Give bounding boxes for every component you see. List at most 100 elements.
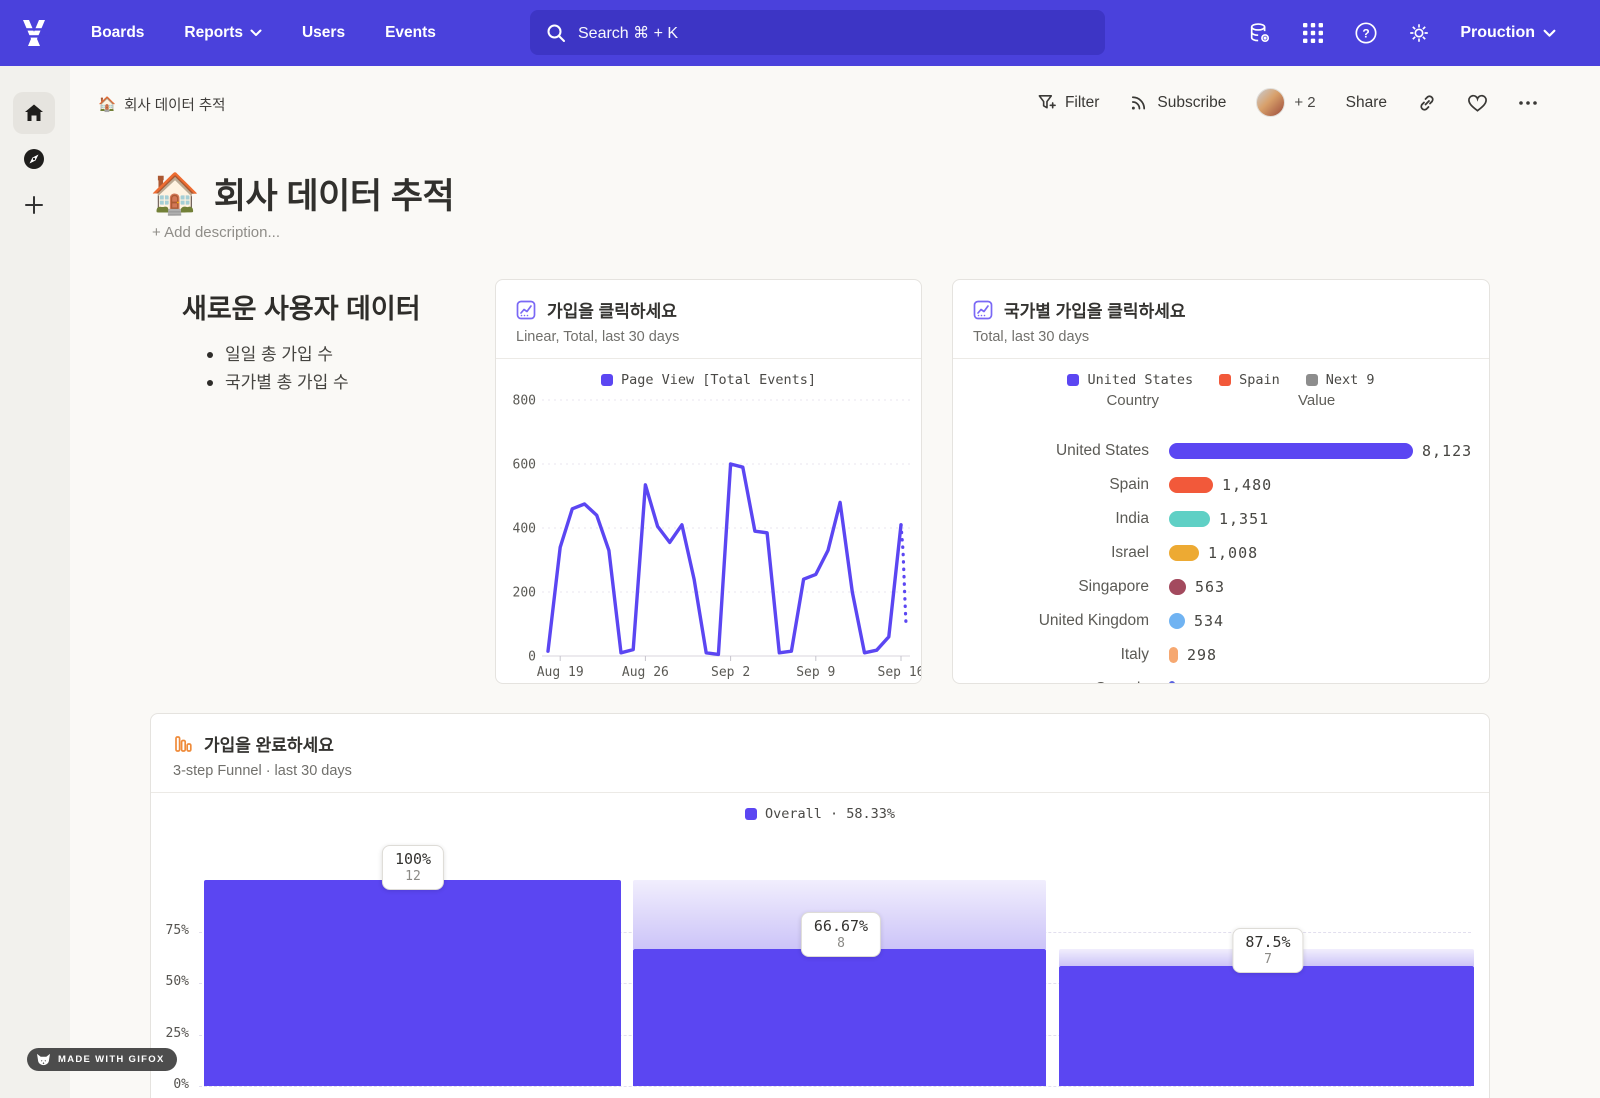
svg-text:800: 800 — [513, 394, 536, 409]
country-bar[interactable] — [1169, 613, 1185, 629]
filter-icon — [1037, 93, 1056, 112]
copy-link-button[interactable] — [1417, 93, 1437, 113]
ellipsis-icon — [1518, 100, 1538, 106]
funnel-plot: 100% 12 66.67% 8 87.5% 7 75%50%25%0% — [151, 714, 1490, 1098]
country-row[interactable]: United Kingdom534 — [953, 604, 1490, 638]
list-item: 국가별 총 가입 수 — [205, 369, 349, 397]
line-chart-icon — [973, 300, 993, 320]
country-bar[interactable] — [1169, 477, 1213, 493]
country-bar[interactable] — [1169, 647, 1178, 663]
country-bar[interactable] — [1169, 443, 1413, 459]
country-value: 1,351 — [1219, 510, 1269, 528]
search-input[interactable]: Search ⌘ + K — [530, 10, 1105, 55]
funnel-bar-step2[interactable] — [633, 949, 1046, 1086]
funnel-gridline — [199, 1086, 1471, 1087]
text-block-list: 일일 총 가입 수 국가별 총 가입 수 — [205, 341, 349, 397]
country-bar-chart-card: 국가별 가입을 클릭하세요 Total, last 30 days United… — [952, 279, 1490, 684]
nav-item-users[interactable]: Users — [302, 24, 345, 42]
funnel-bar-step3[interactable] — [1059, 966, 1474, 1086]
nav-item-boards[interactable]: Boards — [91, 24, 144, 42]
country-row[interactable]: Spain 1,480 — [953, 468, 1490, 502]
report-subtitle: Linear, Total, last 30 days — [516, 329, 901, 345]
country-value: 1,008 — [1208, 544, 1258, 562]
country-value: 563 — [1195, 578, 1225, 596]
country-value: 1,480 — [1222, 476, 1272, 494]
chevron-down-icon — [250, 29, 262, 37]
collaborators[interactable]: + 2 — [1256, 88, 1315, 117]
page-title[interactable]: 🏠 회사 데이터 추적 — [150, 168, 454, 219]
country-bar[interactable] — [1169, 545, 1199, 561]
search-icon — [546, 23, 566, 43]
country-value: 534 — [1194, 612, 1224, 630]
report-title[interactable]: 가입을 클릭하세요 — [547, 297, 677, 322]
heart-icon — [1467, 93, 1488, 113]
svg-text:Sep 16: Sep 16 — [878, 665, 922, 680]
country-value: 8,123 — [1422, 442, 1472, 460]
legend-item-united-states[interactable]: United States — [1067, 372, 1193, 388]
country-bar[interactable] — [1169, 511, 1210, 527]
filter-button[interactable]: Filter — [1037, 93, 1099, 112]
text-block-heading: 새로운 사용자 데이터 — [182, 287, 421, 326]
country-row[interactable]: India1,351 — [953, 502, 1490, 536]
extra-collaborators-count: + 2 — [1294, 94, 1315, 111]
link-icon — [1417, 93, 1437, 113]
svg-text:Aug 19: Aug 19 — [537, 665, 584, 680]
breadcrumb-title: 회사 데이터 추적 — [124, 94, 225, 115]
fox-icon — [36, 1053, 51, 1066]
avatar[interactable] — [1256, 88, 1285, 117]
search-placeholder: Search ⌘ + K — [578, 23, 678, 43]
card-header: 국가별 가입을 클릭하세요 Total, last 30 days — [953, 280, 1489, 359]
chart-legend: United States Spain Next 9 — [953, 372, 1489, 388]
apps-grid-icon[interactable] — [1301, 21, 1325, 45]
project-switcher[interactable]: Prouction — [1460, 24, 1556, 42]
subscribe-button[interactable]: Subscribe — [1129, 93, 1226, 112]
card-header: 가입을 클릭하세요 Linear, Total, last 30 days — [496, 280, 921, 359]
country-row[interactable]: Italy298 — [953, 638, 1490, 672]
add-description-button[interactable]: + Add description... — [152, 224, 280, 241]
breadcrumb[interactable]: 🏠 회사 데이터 추적 — [98, 94, 226, 115]
funnel-chart-card: 가입을 완료하세요 3-step Funnel · last 30 days O… — [150, 713, 1490, 1098]
funnel-tooltip-step2: 66.67% 8 — [801, 912, 881, 957]
share-button[interactable]: Share — [1346, 94, 1387, 112]
home-icon — [23, 102, 45, 124]
legend-item-next9[interactable]: Next 9 — [1306, 372, 1375, 388]
settings-gear-icon[interactable] — [1407, 21, 1431, 45]
country-row[interactable]: Canada — [953, 672, 1490, 684]
badge-label: MADE WITH GIFOX — [58, 1054, 165, 1065]
mixpanel-dashboard-screen: Boards Reports Users Events Search ⌘ + K — [0, 0, 1600, 1098]
report-title[interactable]: 국가별 가입을 클릭하세요 — [1004, 297, 1186, 322]
legend-item-spain[interactable]: Spain — [1219, 372, 1280, 388]
sidebar-discover-button[interactable] — [13, 138, 55, 180]
nav-item-events[interactable]: Events — [385, 24, 436, 42]
more-options-button[interactable] — [1518, 100, 1538, 106]
help-icon[interactable]: ? — [1354, 21, 1378, 45]
country-label: United States — [953, 442, 1149, 460]
country-row[interactable]: Singapore 563 — [953, 570, 1490, 604]
favorite-button[interactable] — [1467, 93, 1488, 113]
svg-text:400: 400 — [513, 522, 536, 537]
plus-icon — [23, 194, 45, 216]
country-bar[interactable] — [1169, 681, 1175, 684]
country-row[interactable]: Israel1,008 — [953, 536, 1490, 570]
country-label: Spain — [953, 476, 1149, 494]
svg-text:200: 200 — [513, 586, 536, 601]
line-chart-plot[interactable]: 0200400600800Aug 19Aug 26Sep 2Sep 9Sep 1… — [496, 380, 922, 682]
funnel-bar-step1[interactable] — [204, 880, 621, 1086]
funnel-y-axis-label: 0% — [155, 1077, 189, 1092]
country-label: Singapore — [953, 578, 1149, 596]
country-label: Canada — [953, 680, 1149, 684]
top-nav: Boards Reports Users Events Search ⌘ + K — [0, 0, 1600, 66]
nav-right: ? Prouction — [1248, 0, 1556, 66]
country-bar[interactable] — [1169, 579, 1186, 595]
nav-item-reports[interactable]: Reports — [184, 24, 262, 42]
left-sidebar — [0, 66, 70, 1098]
sidebar-home-button[interactable] — [13, 92, 55, 134]
mixpanel-logo-icon[interactable] — [16, 15, 52, 51]
data-management-icon[interactable] — [1248, 21, 1272, 45]
sidebar-create-button[interactable] — [13, 184, 55, 226]
country-row[interactable]: United States 8,123 — [953, 434, 1490, 468]
made-with-gifox-badge[interactable]: MADE WITH GIFOX — [27, 1048, 177, 1071]
country-table: United States 8,123 Spain 1,480 India1,351Is… — [953, 420, 1490, 684]
nav-links: Boards Reports Users Events — [91, 0, 436, 66]
page-emoji: 🏠 — [150, 174, 200, 214]
